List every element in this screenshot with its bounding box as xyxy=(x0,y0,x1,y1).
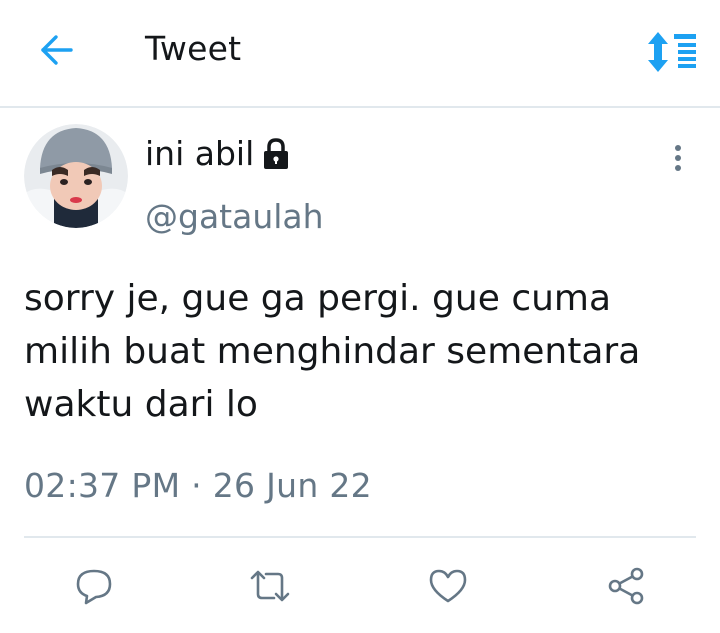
back-button[interactable] xyxy=(34,30,78,74)
sort-button[interactable] xyxy=(640,28,700,76)
arrow-left-icon xyxy=(38,34,74,70)
divider xyxy=(24,536,696,538)
lock-icon xyxy=(260,136,292,172)
retweet-icon xyxy=(248,566,292,606)
more-vertical-icon xyxy=(660,145,696,186)
author-handle[interactable]: @gataulah xyxy=(145,197,324,236)
more-options-button[interactable] xyxy=(660,138,696,182)
top-app-bar: Tweet xyxy=(0,0,720,108)
tweet-text: sorry je, gue ga pergi. gue cuma milih b… xyxy=(24,278,641,425)
author-name-row: ini abil xyxy=(145,134,292,173)
sort-icon xyxy=(640,32,700,80)
share-icon xyxy=(605,565,647,607)
tweet-timestamp: 02:37 PM · 26 Jun 22 xyxy=(24,466,372,505)
heart-icon xyxy=(427,566,469,606)
share-button[interactable] xyxy=(602,562,650,610)
reply-button[interactable] xyxy=(70,562,118,610)
author-display-name[interactable]: ini abil xyxy=(145,134,254,173)
retweet-button[interactable] xyxy=(246,562,294,610)
avatar[interactable] xyxy=(24,124,128,228)
like-button[interactable] xyxy=(424,562,472,610)
reply-icon xyxy=(74,566,114,606)
page-title: Tweet xyxy=(145,29,242,68)
